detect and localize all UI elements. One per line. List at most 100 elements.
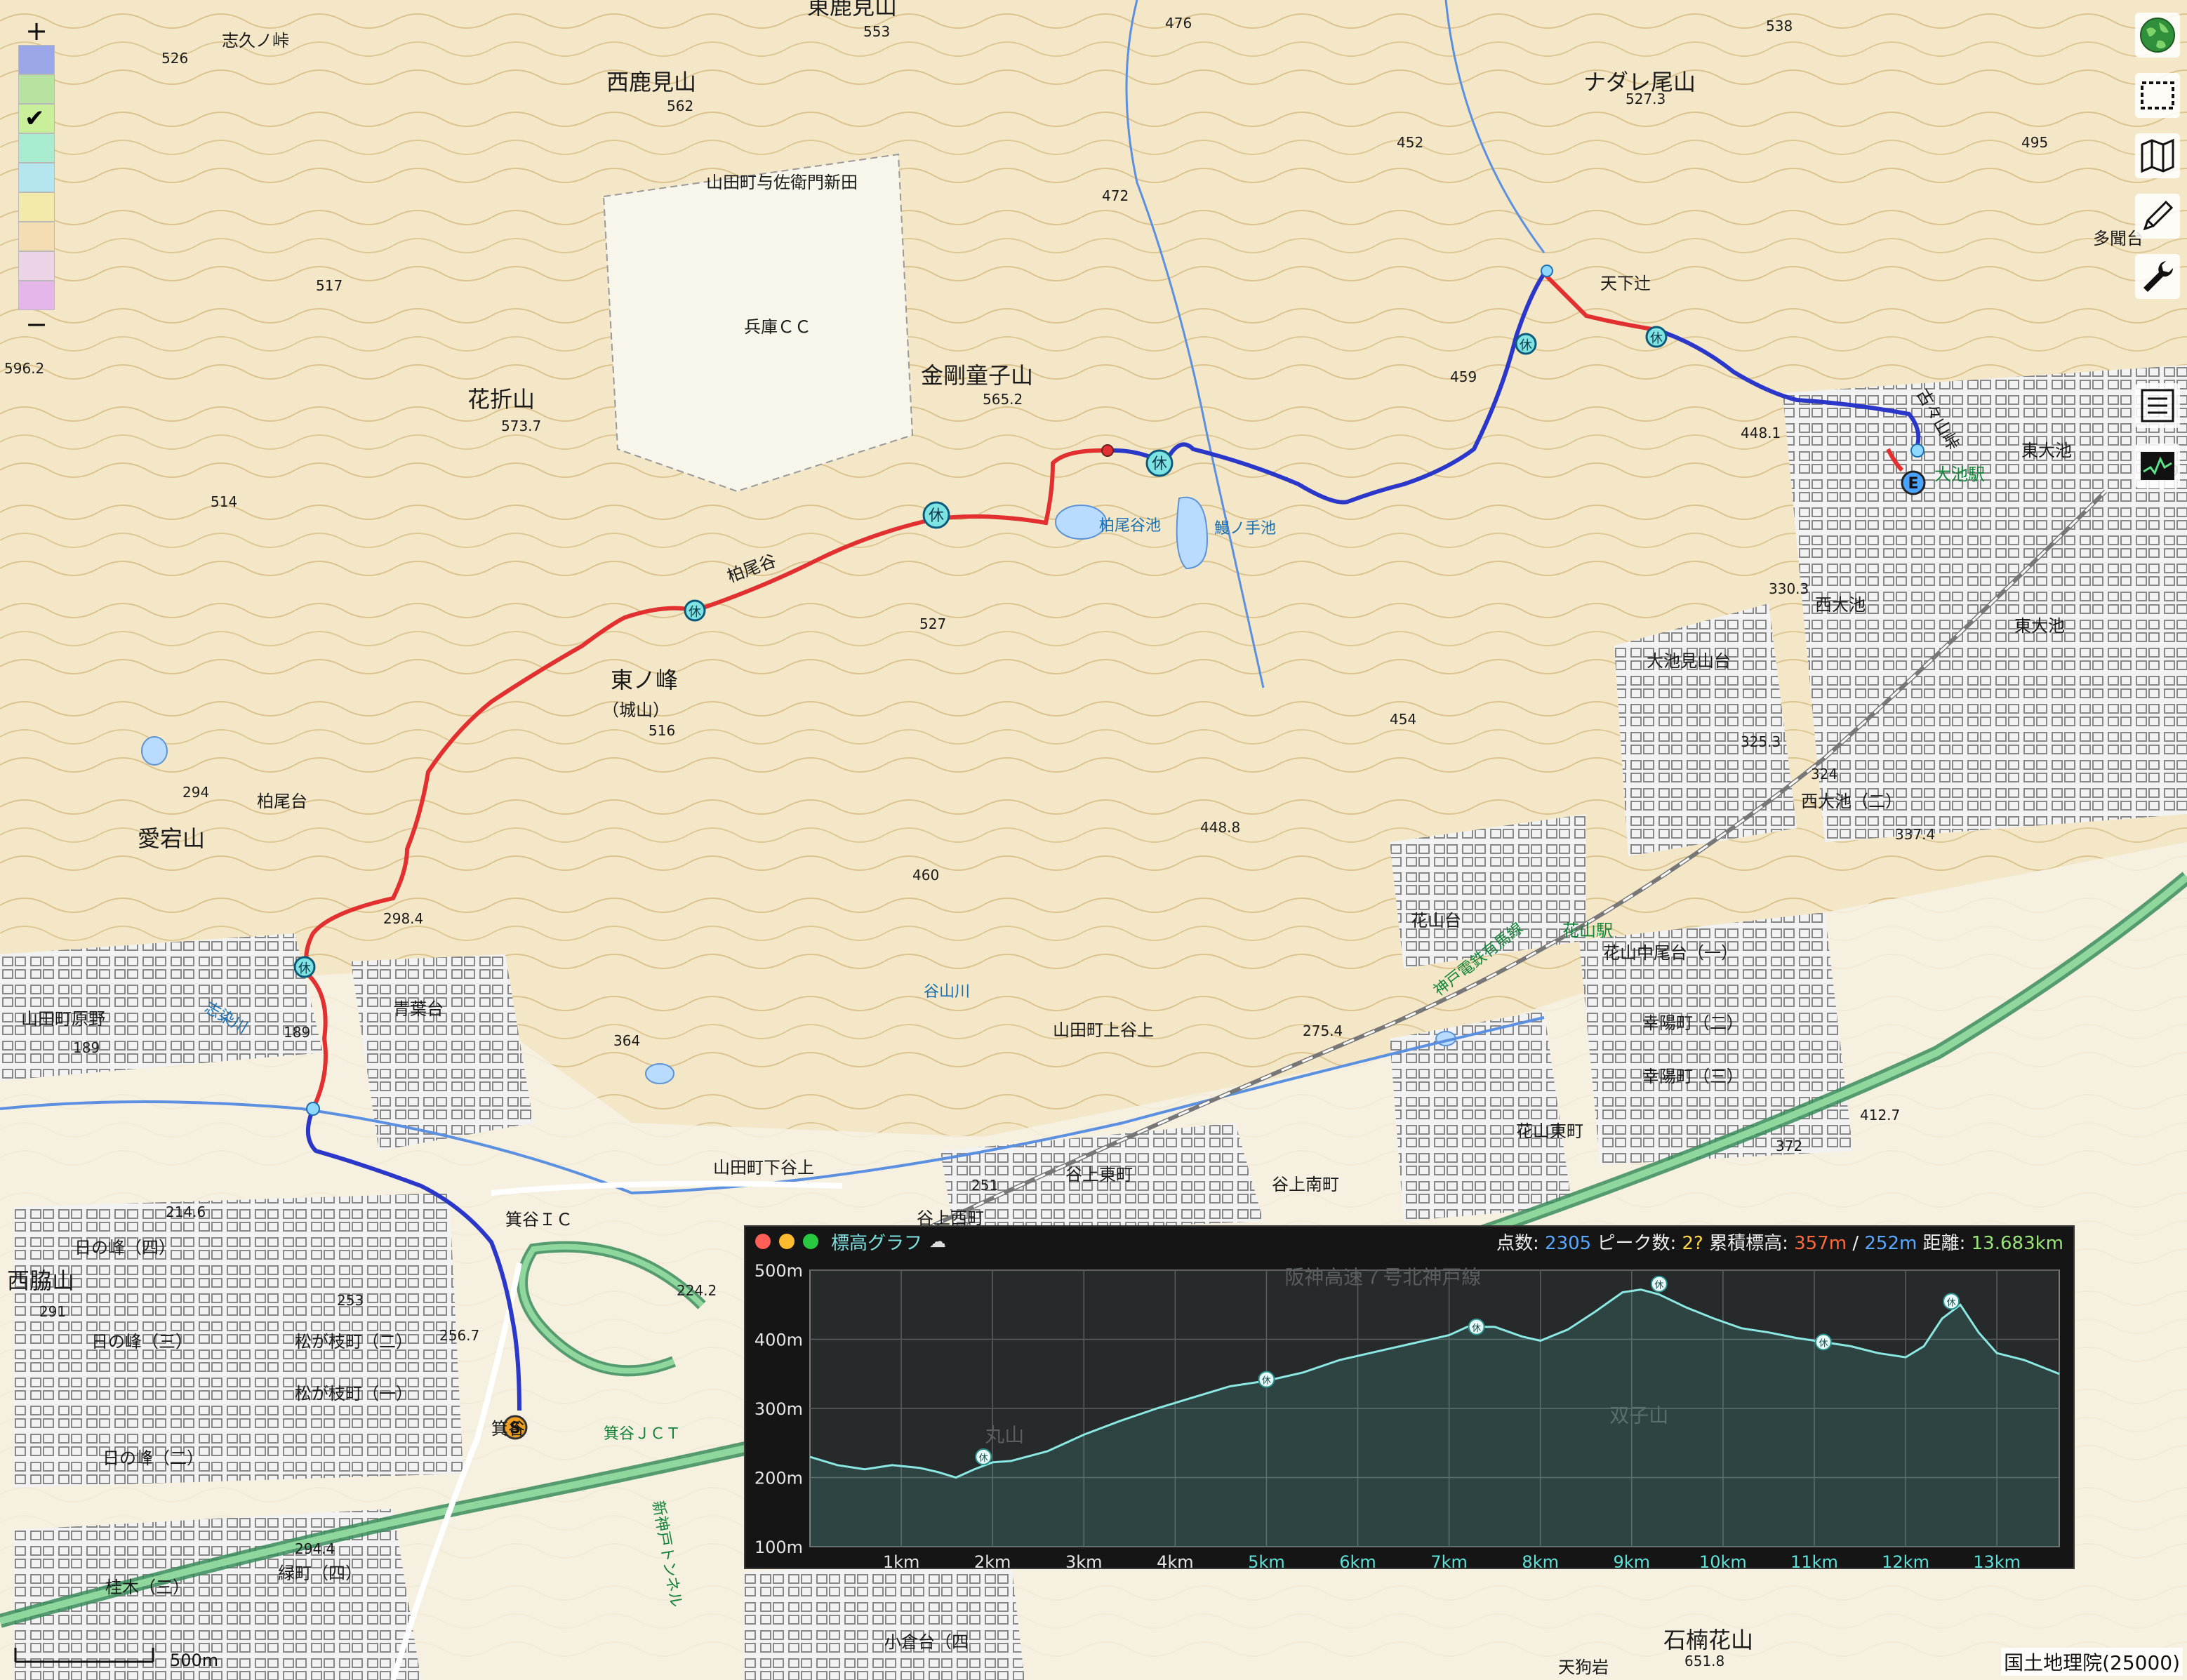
x-tick-label: 1km bbox=[883, 1552, 920, 1568]
place-label: 松が枝町（二） bbox=[295, 1332, 413, 1352]
y-tick-label: 100m bbox=[755, 1538, 803, 1557]
layer-swatch[interactable] bbox=[18, 251, 55, 281]
spot-elevation: 251 bbox=[971, 1177, 998, 1194]
spot-elevation: 448.1 bbox=[1741, 425, 1781, 441]
water-label: 鰻ノ手池 bbox=[1214, 520, 1276, 538]
waypoint[interactable] bbox=[1541, 265, 1553, 277]
rest-marker[interactable]: 休 bbox=[922, 501, 950, 529]
spot-elevation: 275.4 bbox=[1303, 1022, 1343, 1039]
place-label: 東大池 bbox=[2021, 441, 2072, 460]
svg-text:休: 休 bbox=[1650, 331, 1663, 346]
layer-swatch[interactable] bbox=[18, 192, 55, 222]
map-icon[interactable] bbox=[2135, 133, 2180, 178]
peak-label: 石楠花山 bbox=[1663, 1627, 1753, 1653]
water-label: 谷山川 bbox=[924, 983, 970, 1001]
spot-elevation: 454 bbox=[1390, 711, 1416, 728]
place-label: 松が枝町（一） bbox=[295, 1384, 413, 1404]
place-label: 天下辻 bbox=[1600, 274, 1651, 293]
place-label: 箕谷 bbox=[491, 1419, 525, 1439]
place-label: 大池見山台 bbox=[1647, 651, 1731, 671]
selection-icon[interactable] bbox=[2135, 73, 2180, 118]
rest-point-label: 休 bbox=[1947, 1298, 1956, 1308]
spot-elevation: 573.7 bbox=[501, 418, 541, 434]
elevation-icon[interactable] bbox=[2135, 444, 2180, 488]
globe-icon[interactable] bbox=[2135, 13, 2180, 58]
elevation-chart[interactable]: 丸山双子山阪神高速７号北神戸線500m400m300m200m100m1km2k… bbox=[745, 1256, 2073, 1568]
svg-text:E: E bbox=[1908, 475, 1918, 493]
rest-marker[interactable]: 休 bbox=[684, 599, 706, 622]
town-block-kokuradai bbox=[744, 1558, 1025, 1680]
layer-swatch[interactable] bbox=[18, 74, 55, 104]
scale-bar: 500m bbox=[14, 1648, 218, 1670]
elevation-graph-title: 標高グラフ bbox=[831, 1232, 923, 1254]
spot-elevation: 337.4 bbox=[1895, 826, 1935, 843]
x-tick-label: 13km bbox=[1973, 1552, 2021, 1568]
place-label: 桂木（三） bbox=[105, 1578, 190, 1597]
x-tick-label: 6km bbox=[1339, 1552, 1376, 1568]
elevation-graph-panel[interactable]: 標高グラフ ☁ 点数: 2305 ピーク数: 2? 累積標高: 357m / 2… bbox=[744, 1225, 2075, 1569]
place-label: 花山台 bbox=[1411, 911, 1461, 931]
place-label: 山田町上谷上 bbox=[1053, 1020, 1154, 1040]
place-label: 日の峰（四） bbox=[74, 1238, 175, 1258]
waypoint[interactable] bbox=[1101, 444, 1114, 457]
place-label: 花山東町 bbox=[1516, 1121, 1583, 1141]
spot-elevation: 448.8 bbox=[1200, 819, 1240, 836]
place-label: 日の峰（二） bbox=[102, 1448, 204, 1468]
station-label: 大池駅 bbox=[1934, 465, 1985, 484]
svg-text:休: 休 bbox=[689, 605, 701, 620]
background-map-label: 阪神高速７号北神戸線 bbox=[1284, 1266, 1481, 1289]
spot-elevation: 364 bbox=[613, 1032, 640, 1049]
maximize-button[interactable] bbox=[803, 1234, 818, 1249]
zoom-out-button[interactable]: − bbox=[15, 310, 58, 338]
waypoint[interactable] bbox=[1910, 444, 1925, 458]
x-tick-label: 7km bbox=[1430, 1552, 1468, 1568]
rest-marker[interactable]: 休 bbox=[1645, 326, 1668, 348]
rest-marker[interactable]: 休 bbox=[1145, 449, 1174, 477]
waypoint[interactable] bbox=[306, 1102, 320, 1116]
spot-elevation: 224.2 bbox=[677, 1282, 717, 1299]
town-block-hanayamahigashi bbox=[1390, 1011, 1572, 1221]
x-tick-label: 12km bbox=[1882, 1552, 1929, 1568]
rest-marker[interactable]: 休 bbox=[293, 956, 316, 978]
place-label: 東大池 bbox=[2014, 616, 2065, 636]
x-tick-label: 4km bbox=[1157, 1552, 1194, 1568]
layer-swatch[interactable] bbox=[18, 45, 55, 74]
spot-elevation: 553 bbox=[863, 23, 890, 40]
y-tick-label: 400m bbox=[755, 1331, 803, 1350]
spot-elevation: 294 bbox=[182, 784, 209, 801]
place-label: 西大池（二） bbox=[1801, 792, 1902, 811]
spot-elevation: 538 bbox=[1766, 18, 1793, 34]
close-button[interactable] bbox=[755, 1234, 771, 1249]
minimize-button[interactable] bbox=[779, 1234, 795, 1249]
svg-text:休: 休 bbox=[298, 961, 311, 976]
end-marker[interactable]: E bbox=[1901, 470, 1926, 495]
rest-point-label: 休 bbox=[1654, 1281, 1663, 1291]
layer-swatch[interactable] bbox=[18, 133, 55, 163]
place-label: 西大池 bbox=[1815, 595, 1866, 615]
cloud-icon[interactable]: ☁ bbox=[929, 1232, 946, 1251]
layer-swatch[interactable]: ✔ bbox=[18, 104, 55, 133]
place-label: 青葉台 bbox=[393, 999, 444, 1019]
place-label: 山田町原野 bbox=[21, 1009, 105, 1029]
rest-marker[interactable]: 休 bbox=[1515, 333, 1537, 355]
spot-elevation: 372 bbox=[1776, 1138, 1802, 1154]
layer-swatches[interactable]: ✔ bbox=[15, 45, 58, 310]
list-icon[interactable] bbox=[2135, 383, 2180, 428]
y-tick-label: 200m bbox=[755, 1469, 803, 1488]
spot-elevation: 214.6 bbox=[166, 1204, 206, 1220]
peak-label: 東鹿見山 bbox=[807, 0, 897, 20]
layer-swatch[interactable] bbox=[18, 163, 55, 192]
layer-swatch[interactable] bbox=[18, 222, 55, 251]
right-toolbar bbox=[2135, 13, 2187, 504]
opacity-layer-control[interactable]: + ✔ − bbox=[15, 17, 58, 338]
layer-swatch[interactable] bbox=[18, 281, 55, 310]
spot-elevation: 651.8 bbox=[1684, 1653, 1724, 1669]
spot-elevation: 189 bbox=[73, 1039, 100, 1056]
pencil-icon[interactable] bbox=[2135, 194, 2180, 239]
zoom-in-button[interactable]: + bbox=[15, 17, 58, 45]
rest-point-label: 休 bbox=[979, 1453, 988, 1464]
place-label: 兵庫ＣＣ bbox=[744, 317, 811, 337]
map-credit: 国土地理院(25000) bbox=[2001, 1648, 2183, 1676]
place-label: 花山中尾台（一） bbox=[1603, 943, 1738, 963]
wrench-icon[interactable] bbox=[2135, 254, 2180, 299]
